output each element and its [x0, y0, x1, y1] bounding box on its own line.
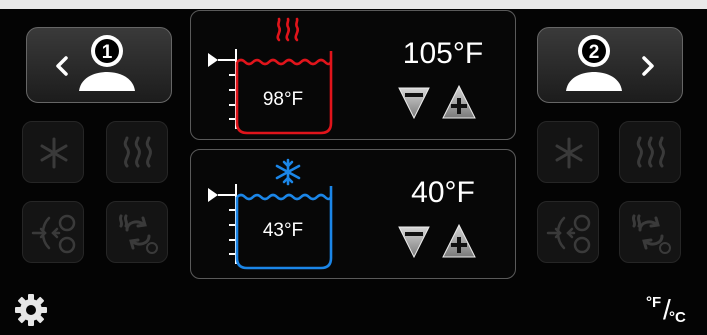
cold-water-surface	[236, 193, 333, 201]
heat-exchange-icon	[31, 214, 76, 254]
hot-decrease-button[interactable]	[397, 84, 431, 120]
heat-waves-icon	[636, 136, 665, 168]
cool-mode-button-right[interactable]	[537, 121, 599, 183]
user-1-graphic: 1	[56, 35, 135, 91]
heat-waves-icon	[276, 17, 300, 42]
gear-icon	[15, 294, 47, 326]
cycle-mode-button-right[interactable]	[619, 201, 681, 263]
cold-set-temp: 40°F	[411, 176, 475, 209]
heat-mode-button-right[interactable]	[619, 121, 681, 183]
plus-icon	[442, 223, 476, 258]
user-2-button[interactable]: 2	[537, 27, 683, 103]
cold-decrease-button[interactable]	[397, 223, 431, 259]
snowflake-icon	[555, 137, 583, 169]
fahrenheit-label: °F	[646, 294, 662, 311]
cycle-icon	[631, 214, 671, 254]
snowflake-icon	[275, 158, 301, 186]
settings-button[interactable]	[14, 293, 48, 327]
heat-exchange-icon	[546, 214, 591, 254]
hot-water-surface	[236, 58, 333, 66]
cold-current-temp: 43°F	[262, 220, 304, 241]
exchange-mode-button-right[interactable]	[537, 201, 599, 263]
hot-current-temp: 98°F	[262, 89, 304, 110]
cycle-mode-button-left[interactable]	[106, 201, 168, 263]
minus-icon	[398, 87, 430, 120]
cold-zone-panel: 43°F 40°F	[190, 149, 516, 279]
celsius-label: °C	[669, 309, 686, 326]
user-2-number: 2	[589, 42, 600, 63]
heat-mode-button-left[interactable]	[106, 121, 168, 183]
cold-increase-button[interactable]	[441, 223, 476, 259]
hot-set-temp: 105°F	[402, 37, 484, 70]
snowflake-icon	[40, 137, 68, 169]
plus-icon	[442, 84, 476, 119]
chevron-right-icon	[642, 56, 654, 76]
user-2-graphic: 2	[566, 35, 654, 91]
level-marker-icon	[208, 53, 218, 67]
chevron-left-icon	[56, 56, 68, 76]
control-screen: 1 2 98°F 105°F 43°F 40°F °F / °C	[0, 0, 707, 335]
hot-tank-graphic	[208, 17, 333, 135]
top-status-bar	[0, 0, 707, 9]
cycle-icon	[118, 214, 158, 254]
user-1-button[interactable]: 1	[26, 27, 172, 103]
heat-waves-icon	[123, 136, 152, 168]
unit-toggle-button[interactable]: °F / °C	[644, 292, 696, 328]
minus-icon	[398, 226, 430, 259]
user-1-number: 1	[102, 42, 113, 63]
cold-tank-graphic	[208, 158, 333, 270]
level-marker-icon	[208, 188, 218, 202]
exchange-mode-button-left[interactable]	[22, 201, 84, 263]
hot-increase-button[interactable]	[441, 84, 476, 120]
cool-mode-button-left[interactable]	[22, 121, 84, 183]
hot-zone-panel: 98°F 105°F	[190, 10, 516, 140]
